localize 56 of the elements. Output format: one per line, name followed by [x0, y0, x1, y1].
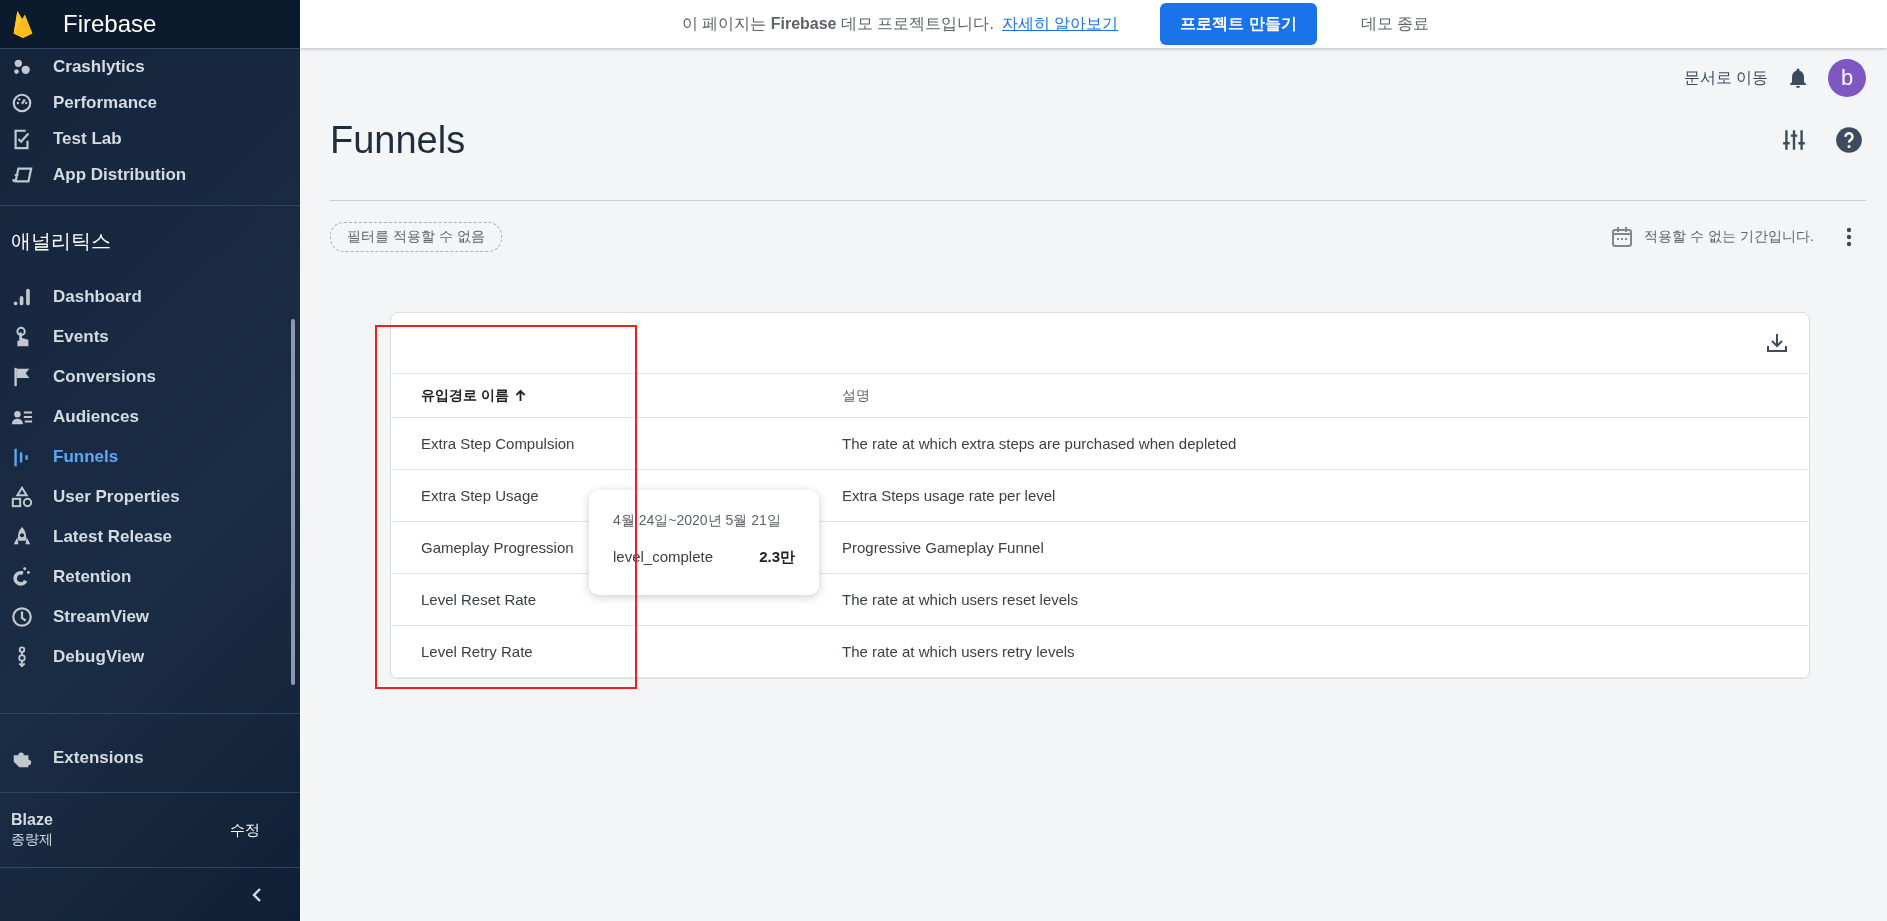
plan-type: 종량제 — [11, 831, 53, 849]
sliders-icon[interactable] — [1781, 127, 1807, 153]
nav-item[interactable]: Test Lab — [0, 121, 300, 157]
nav-item[interactable]: Performance — [0, 85, 300, 121]
collapse-chevron-icon[interactable] — [251, 886, 263, 903]
flame-logo-icon — [11, 9, 35, 39]
column-header[interactable]: 설명 — [830, 386, 870, 405]
table-cell-text: Extra Step Usage — [420, 487, 540, 504]
nav-item[interactable]: Conversions — [0, 357, 300, 397]
table-cell-text: Progressive Gameplay Funnel — [841, 539, 1044, 556]
scrollbar[interactable] — [291, 319, 295, 685]
user-avatar[interactable]: b — [1828, 59, 1866, 97]
learn-more-link[interactable]: 자세히 알아보기 — [1001, 13, 1119, 35]
sort-arrow-icon[interactable] — [514, 389, 526, 402]
date-range-text: 적용할 수 없는 기간입니다. — [1644, 228, 1814, 246]
plan-name: Blaze — [11, 811, 53, 829]
clock-icon — [11, 606, 33, 628]
nav-item[interactable]: Dashboard — [0, 277, 300, 317]
tooltip-value: 2.3만 — [759, 548, 795, 567]
nav-item[interactable]: Latest Release — [0, 517, 300, 557]
brand-name: Firebase — [63, 10, 157, 38]
table-cell-text: Level Reset Rate — [420, 591, 538, 608]
table-cell-text: Level Retry Rate — [420, 643, 534, 660]
tooltip-date: 4월 24일~2020년 5월 21일 — [613, 512, 782, 530]
nav-item[interactable]: User Properties — [0, 477, 300, 517]
gauge-icon — [11, 92, 33, 114]
table-cell-text: The rate at which extra steps are purchased when depleted — [841, 435, 1237, 452]
nav-item[interactable]: Extensions — [0, 724, 300, 792]
table-cell-text: The rate at which users retry levels — [841, 643, 1075, 660]
section-title: 애널리틱스 — [10, 229, 112, 254]
table-cell-text: Gameplay Progression — [420, 539, 575, 556]
column-header[interactable]: 유입경로 이름 — [391, 386, 830, 405]
nav-item[interactable]: Events — [0, 317, 300, 357]
filter-chip[interactable]: 필터를 적용할 수 없음 — [330, 222, 502, 252]
nav-item[interactable]: Audiences — [0, 397, 300, 437]
nav-item[interactable]: App Distribution — [0, 157, 300, 193]
nav-item[interactable]: Crashlytics — [0, 49, 300, 85]
nav-item[interactable]: StreamView — [0, 597, 300, 637]
table-cell-text: Extra Step Compulsion — [420, 435, 576, 452]
page-title: Funnels — [330, 118, 466, 162]
end-demo-button[interactable]: 데모 종료 — [1354, 12, 1436, 36]
nav-item[interactable]: Funnels — [0, 437, 300, 477]
download-icon[interactable] — [1765, 331, 1789, 355]
banner-text: 이 페이지는 Firebase 데모 프로젝트입니다. — [681, 13, 994, 34]
calendar-icon[interactable] — [1610, 225, 1635, 249]
table-cell-text: The rate at which users reset levels — [841, 591, 1078, 608]
table-cell-text: Extra Steps usage rate per level — [841, 487, 1056, 504]
bar-chart-icon — [11, 286, 33, 308]
create-project-button[interactable]: 프로젝트 만들기 — [1160, 3, 1317, 45]
nav-item[interactable]: Retention — [0, 557, 300, 597]
docs-link[interactable]: 문서로 이동 — [1683, 67, 1768, 89]
nav-item[interactable]: DebugView — [0, 637, 300, 677]
shapes-icon — [11, 486, 33, 508]
help-icon[interactable] — [1835, 126, 1863, 154]
edit-button[interactable]: 수정 — [224, 819, 266, 841]
more-options-icon[interactable] — [1846, 227, 1852, 247]
